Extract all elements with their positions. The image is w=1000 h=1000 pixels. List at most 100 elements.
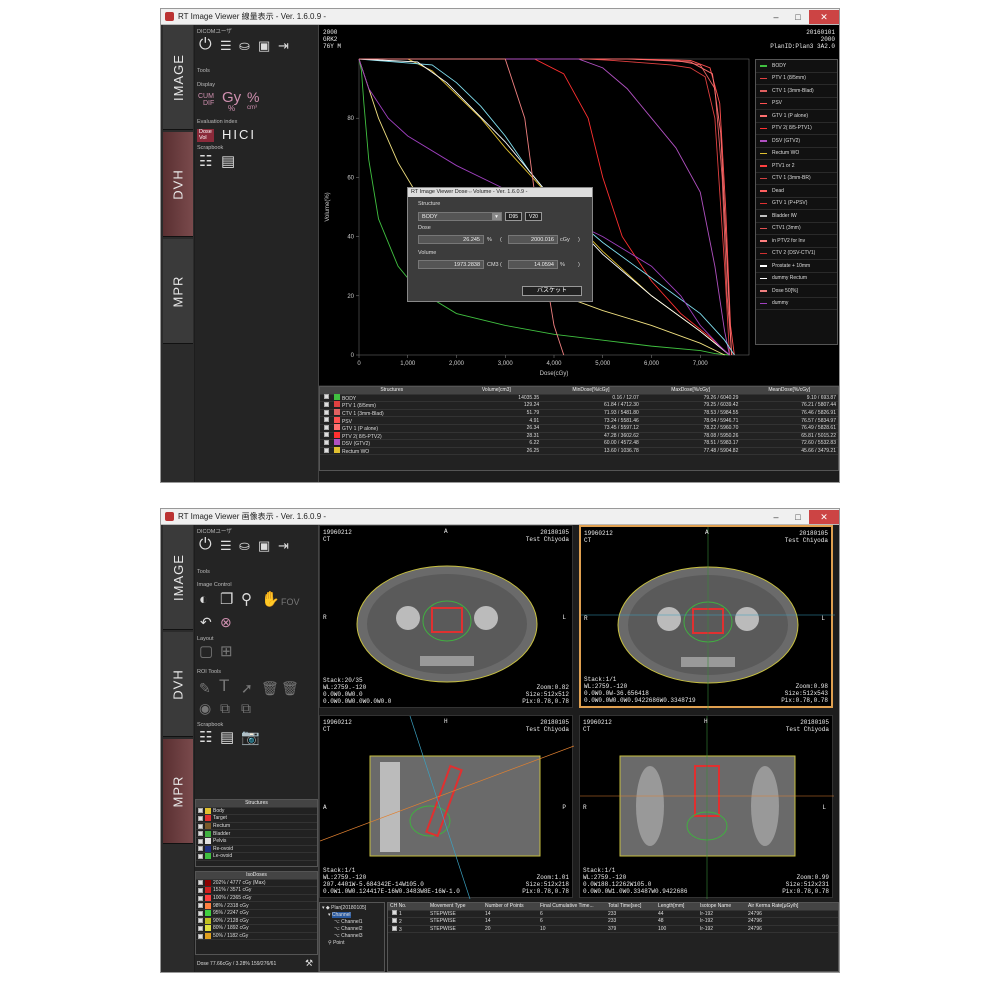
coronal-view[interactable]: 19960212 CT 20180105 Test Chiyoda H R L Stack… [579, 715, 834, 899]
tab-mpr[interactable]: MPR [163, 739, 193, 844]
column-header[interactable]: Movement Type [428, 903, 483, 909]
legend-item[interactable]: PTV1 or 2 [756, 160, 837, 173]
legend-item[interactable]: BODY [756, 60, 837, 73]
hi-ci-buttons[interactable]: HICI [222, 127, 256, 142]
structure-item[interactable]: Rectum [196, 823, 317, 831]
dose-pct-field[interactable]: 26.245 [418, 235, 484, 244]
structure-checkbox[interactable] [198, 831, 203, 837]
column-header[interactable]: Isotope Name [698, 903, 746, 909]
tab-image[interactable]: IMAGE [163, 525, 193, 630]
isodose-checkbox[interactable] [198, 910, 203, 916]
close-button[interactable]: ✕ [809, 509, 839, 524]
row-checkbox[interactable] [324, 447, 329, 453]
copy-roi-icon[interactable]: ⧉ [220, 701, 230, 715]
legend-item[interactable]: Prostate + 10mm [756, 260, 837, 273]
structure-item[interactable]: Bladder [196, 830, 317, 838]
arrow-tool-icon[interactable]: ➚ [241, 681, 253, 695]
dose-cgy-field[interactable]: 2000.016 [508, 235, 558, 244]
row-checkbox[interactable] [324, 394, 329, 400]
isodose-checkbox[interactable] [198, 903, 203, 909]
column-header[interactable]: MeanDose[%/cGy] [740, 387, 838, 393]
row-checkbox[interactable] [324, 417, 329, 423]
legend-item[interactable]: CTV1 (3mm) [756, 223, 837, 235]
structure-checkbox[interactable] [198, 815, 203, 821]
structure-select[interactable]: BODY ▾ [418, 212, 502, 221]
row-checkbox[interactable] [324, 432, 329, 438]
maximize-button[interactable]: □ [787, 510, 809, 524]
tab-image[interactable]: IMAGE [163, 25, 193, 130]
tab-mpr[interactable]: MPR [163, 239, 193, 344]
structure-checkbox[interactable] [198, 846, 203, 852]
row-checkbox[interactable] [324, 409, 329, 415]
layout-single-icon[interactable]: ▢ [199, 644, 213, 659]
isodose-item[interactable]: 98% / 2318 cGy [196, 902, 317, 910]
row-checkbox[interactable] [392, 925, 397, 931]
volume-pct-field[interactable]: 14.0594 [508, 260, 558, 269]
channel-node[interactable]: ▾ Channel [322, 912, 382, 919]
isodose-checkbox[interactable] [198, 925, 203, 931]
column-header[interactable]: CH No. [388, 903, 428, 909]
isodose-checkbox[interactable] [198, 918, 203, 924]
row-checkbox[interactable] [324, 424, 329, 430]
trash-icon[interactable]: 🗑 [261, 681, 279, 695]
layout-grid-icon[interactable]: ⊞ [220, 644, 233, 659]
isodose-item[interactable]: 202% / 4777 cGy (Max) [196, 879, 317, 888]
d95-button[interactable]: D95 [505, 212, 522, 221]
isodose-item[interactable]: 90% / 2128 cGy [196, 917, 317, 926]
column-header[interactable]: Length[mm] [656, 903, 698, 909]
row-checkbox[interactable] [392, 910, 397, 916]
isodose-item[interactable]: 95% / 2247 cGy [196, 910, 317, 918]
axial-view[interactable]: 19960212 CT 20180105 Test Chiyoda A R L Stack… [319, 525, 573, 708]
legend-item[interactable]: dummy [756, 298, 837, 310]
undo-icon[interactable]: ↶ [200, 615, 212, 629]
scrapbook-jpg-icon[interactable]: ▤ [220, 730, 234, 745]
isodose-item[interactable]: 151% / 3571 cGy [196, 887, 317, 895]
isodose-item[interactable]: 50% / 1182 cGy [196, 933, 317, 941]
pct-toggle[interactable]: % cm³ [247, 89, 259, 111]
structure-checkbox[interactable] [198, 838, 203, 844]
minimize-button[interactable]: – [765, 10, 787, 24]
legend-item[interactable]: Dead [756, 185, 837, 198]
list-icon[interactable]: ☰ [220, 39, 232, 53]
column-header[interactable]: MaxDose[%/cGy] [641, 387, 741, 393]
legend-item[interactable]: Dose 50[%] [756, 285, 837, 298]
dose-vol-button[interactable]: Dose Vol [197, 129, 214, 142]
trash-all-icon[interactable]: 🗑 [281, 681, 299, 695]
structure-checkbox[interactable] [198, 853, 203, 859]
row-checkbox[interactable] [324, 401, 329, 407]
column-header[interactable]: Final Cumulative Time... [538, 903, 606, 909]
pencil-icon[interactable]: ✎ [199, 681, 211, 695]
legend-item[interactable]: CTV 1 (3mm-BR) [756, 173, 837, 185]
column-header[interactable]: Total Time[sec] [606, 903, 656, 909]
tab-dvh[interactable]: DVH [163, 632, 193, 737]
plan-node[interactable]: ▾ ◆ Plan[20180105] [322, 905, 382, 912]
ci-button[interactable]: CI [239, 127, 256, 142]
scrapbook-jpg-icon[interactable]: ▤ [221, 154, 235, 169]
fov-button[interactable]: FOV [281, 595, 300, 609]
legend-item[interactable]: Bladder IW [756, 210, 837, 223]
legend-item[interactable]: PTV 1 (8/5mm) [756, 73, 837, 85]
maximize-button[interactable]: □ [787, 10, 809, 24]
power-icon[interactable]: ⏻ [199, 537, 212, 553]
text-tool-icon[interactable]: T [219, 677, 229, 694]
legend-item[interactable]: GTV 1 (P+PSV) [756, 198, 837, 210]
channel1-node[interactable]: ⌥ Channel1 [322, 919, 382, 926]
reset-view-icon[interactable]: ⊗ [220, 615, 232, 629]
channel3-node[interactable]: ⌥ Channel3 [322, 933, 382, 940]
isodose-checkbox[interactable] [198, 887, 203, 893]
axial-view-2[interactable]: 19960212 CT 20180105 Test Chiyoda A R L Stack… [579, 525, 835, 710]
column-header[interactable]: Structures [332, 387, 452, 393]
export-icon[interactable]: ⇥ [278, 39, 289, 53]
scrapbook-list-icon[interactable]: ☷ [199, 730, 212, 745]
layers-icon[interactable]: ❐ [220, 592, 233, 607]
camera-icon[interactable]: 📷 [241, 730, 260, 745]
table-row[interactable]: Rectum WO 26.25 13.60 / 1036.78 77.48 / 590… [320, 447, 838, 456]
structure-checkbox[interactable] [198, 823, 203, 829]
structure-item[interactable]: Body [196, 807, 317, 816]
legend-item[interactable]: GTV 1 (P alone) [756, 110, 837, 123]
settings-icon[interactable]: ⚒ [305, 958, 313, 969]
sagittal-view[interactable]: 19960212 CT 20180105 Test Chiyoda H A P Stack… [319, 715, 574, 899]
table-row[interactable]: 1 STEPWISE 14 6 233 44 Ir-192 24796 [388, 910, 838, 919]
gy-toggle[interactable]: Gy% [222, 89, 241, 113]
v20-button[interactable]: V20 [525, 212, 542, 221]
